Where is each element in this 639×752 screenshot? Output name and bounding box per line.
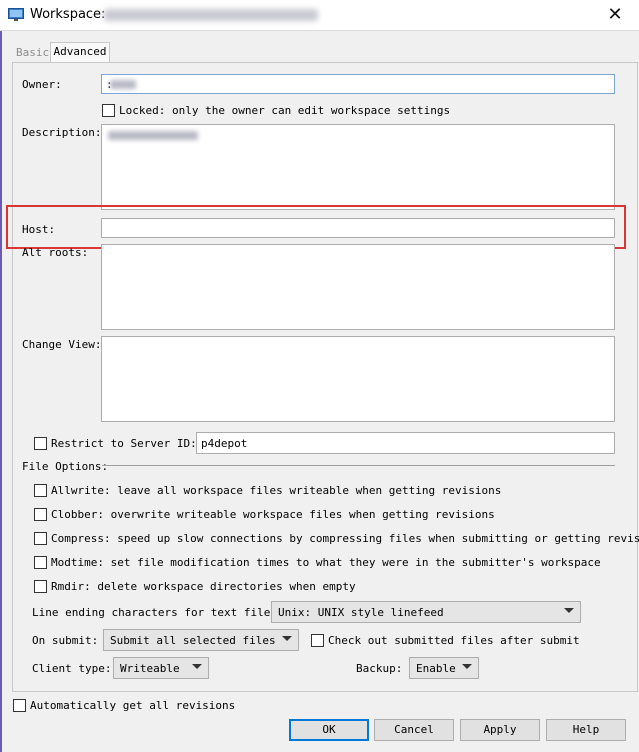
change-view-textarea[interactable] <box>101 336 615 422</box>
cancel-button[interactable]: Cancel <box>374 719 454 741</box>
apply-button[interactable]: Apply <box>460 719 540 741</box>
description-textarea[interactable] <box>101 124 615 210</box>
rmdir-label: Rmdir: delete workspace directories when… <box>51 580 356 593</box>
locked-label: Locked: only the owner can edit workspac… <box>119 104 451 117</box>
chevron-down-icon <box>564 608 574 613</box>
backup-label: Backup: <box>356 662 403 675</box>
alt-roots-label: Alt roots: <box>22 246 89 259</box>
ok-button[interactable]: OK <box>289 719 369 741</box>
tab-advanced[interactable]: Advanced <box>50 42 110 63</box>
allwrite-checkbox[interactable] <box>34 484 47 497</box>
redacted-description <box>108 131 198 140</box>
modtime-checkbox[interactable] <box>34 556 47 569</box>
line-ending-value: Unix: UNIX style linefeed <box>278 606 444 619</box>
auto-get-checkbox[interactable] <box>13 699 26 712</box>
locked-checkbox[interactable] <box>102 104 115 117</box>
title-bar: Workspace: ✕ <box>0 0 639 31</box>
redacted-workspace-name <box>104 9 318 21</box>
compress-label: Compress: speed up slow connections by c… <box>51 532 639 545</box>
monitor-icon <box>8 8 24 21</box>
restrict-label: Restrict to Server ID: <box>51 437 197 450</box>
checkout-label: Check out submitted files after submit <box>328 634 580 647</box>
alt-roots-textarea[interactable] <box>101 244 615 330</box>
checkout-checkbox[interactable] <box>311 634 324 647</box>
help-button[interactable]: Help <box>546 719 626 741</box>
server-id-value: p4depot <box>201 437 248 450</box>
allwrite-label: Allwrite: leave all workspace files writ… <box>51 484 502 497</box>
line-ending-dropdown[interactable]: Unix: UNIX style linefeed <box>271 601 581 623</box>
client-type-value: Writeable <box>120 662 180 675</box>
auto-get-label: Automatically get all revisions <box>30 699 236 712</box>
on-submit-dropdown[interactable]: Submit all selected files <box>103 629 299 651</box>
modtime-label: Modtime: set file modification times to … <box>51 556 601 569</box>
redacted-owner <box>110 80 136 89</box>
chevron-down-icon <box>192 664 202 669</box>
backup-dropdown[interactable]: Enable <box>409 657 479 679</box>
description-label: Description: <box>22 126 102 139</box>
backup-value: Enable <box>416 662 456 675</box>
client-type-label: Client type: <box>32 662 112 675</box>
owner-input[interactable]: : <box>101 74 615 94</box>
owner-label: Owner: <box>22 78 62 91</box>
host-label: Host: <box>22 223 56 236</box>
chevron-down-icon <box>282 636 292 641</box>
clobber-label: Clobber: overwrite writeable workspace f… <box>51 508 495 521</box>
compress-checkbox[interactable] <box>34 532 47 545</box>
file-options-label: File Options: <box>22 460 109 473</box>
restrict-checkbox[interactable] <box>34 437 47 450</box>
host-input[interactable] <box>101 218 615 238</box>
on-submit-value: Submit all selected files <box>110 634 276 647</box>
window-title: Workspace: <box>30 7 106 22</box>
server-id-input[interactable]: p4depot <box>196 432 615 454</box>
line-ending-label: Line ending characters for text files: <box>32 606 284 619</box>
chevron-down-icon <box>462 664 472 669</box>
close-icon[interactable]: ✕ <box>600 2 630 28</box>
tab-basic[interactable]: Basic <box>14 44 51 62</box>
rmdir-checkbox[interactable] <box>34 580 47 593</box>
change-view-label: Change View: <box>22 338 102 351</box>
file-options-separator <box>102 465 615 466</box>
clobber-checkbox[interactable] <box>34 508 47 521</box>
window-left-edge <box>0 30 2 752</box>
on-submit-label: On submit: <box>32 634 99 647</box>
client-type-dropdown[interactable]: Writeable <box>113 657 209 679</box>
